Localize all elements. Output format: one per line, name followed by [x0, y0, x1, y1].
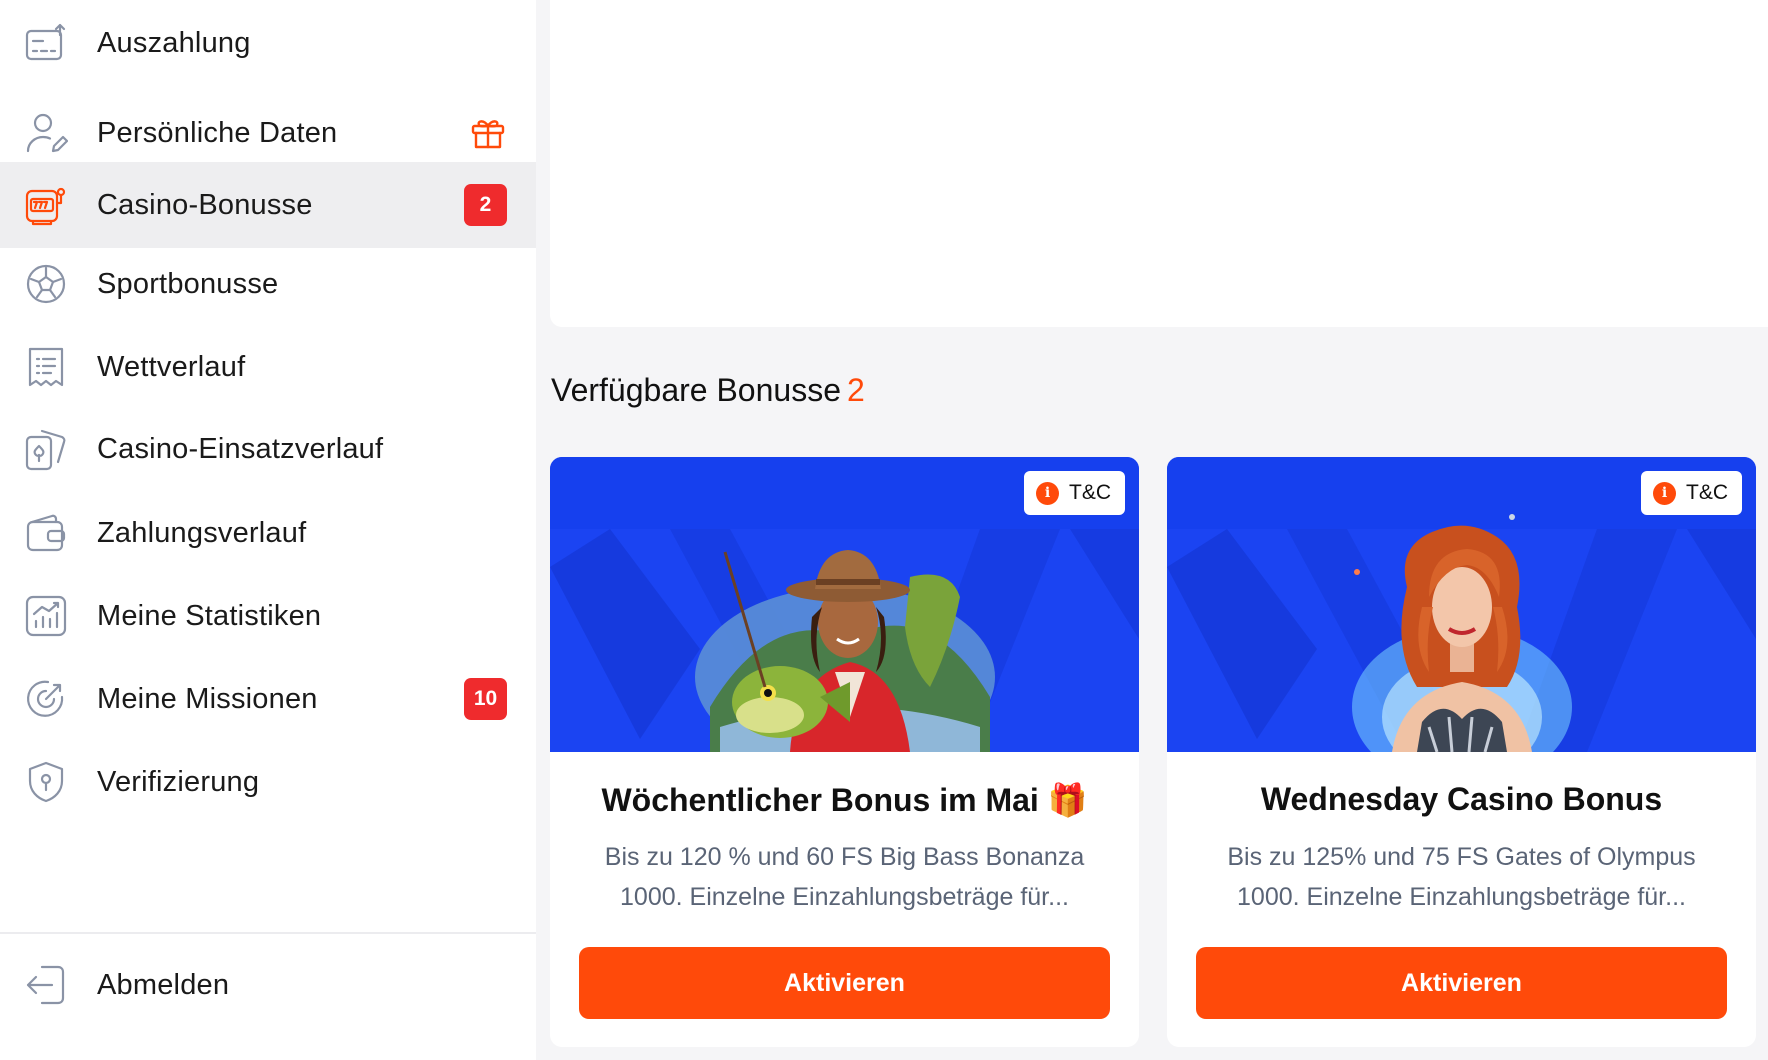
sidebar-item-casino-bonusse[interactable]: Casino-Bonusse 2 [0, 162, 536, 248]
sidebar-item-meine-missionen[interactable]: Meine Missionen 10 [0, 656, 536, 742]
sidebar-item-casino-einsatzverlauf[interactable]: Casino-Einsatzverlauf [0, 406, 536, 492]
notification-badge: 2 [464, 184, 507, 226]
soccer-ball-icon [24, 262, 68, 306]
sidebar-item-label: Meine Statistiken [97, 599, 322, 632]
bonus-card: i T&C Wednesday Casino Bonus Bis zu 125%… [1167, 457, 1756, 1047]
sidebar-item-label: Wettverlauf [97, 350, 246, 383]
sidebar-item-label: Verifizierung [97, 765, 260, 798]
sidebar-item-label: Casino-Einsatzverlauf [97, 432, 384, 465]
top-panel [550, 0, 1768, 327]
sidebar-item-label: Meine Missionen [97, 682, 318, 715]
bonus-card: i T&C Wöchentlicher Bonus im Mai 🎁 Bis z… [550, 457, 1139, 1047]
sidebar-item-meine-statistiken[interactable]: Meine Statistiken [0, 573, 536, 659]
bonus-description: Bis zu 125% und 75 FS Gates of Olympus 1… [1227, 843, 1696, 911]
gift-icon[interactable] [470, 115, 506, 151]
receipt-icon [24, 345, 68, 389]
bonus-image: i T&C [550, 457, 1139, 752]
slot-machine-icon [24, 183, 68, 227]
cards-icon [24, 427, 68, 471]
sidebar-item-label: Persönliche Daten [97, 116, 338, 149]
user-edit-icon [24, 111, 68, 155]
sidebar-divider [0, 932, 536, 934]
terms-label: T&C [1069, 481, 1111, 504]
sidebar-item-zahlungsverlauf[interactable]: Zahlungsverlauf [0, 490, 536, 576]
sidebar-item-auszahlung[interactable]: Auszahlung [0, 0, 536, 86]
sidebar-item-verifizierung[interactable]: Verifizierung [0, 739, 536, 825]
sidebar-item-abmelden[interactable]: Abmelden [0, 942, 536, 1028]
sidebar-item-label: Auszahlung [97, 26, 251, 59]
section-count: 2 [846, 372, 865, 408]
sidebar-item-label: Casino-Bonusse [97, 188, 313, 221]
bonus-image: i T&C [1167, 457, 1756, 752]
info-icon: i [1653, 481, 1676, 505]
activate-button[interactable]: Aktivieren [579, 947, 1110, 1019]
sidebar: Auszahlung Persönliche Daten Casino-Bonu… [0, 0, 536, 1060]
target-icon [24, 677, 68, 721]
main-content: Verfügbare Bonusse 2 i T&C Wöchentlicher… [536, 0, 1768, 1060]
terms-button[interactable]: i T&C [1024, 471, 1125, 515]
sidebar-item-sportbonusse[interactable]: Sportbonusse [0, 241, 536, 327]
info-icon: i [1036, 481, 1059, 505]
terms-button[interactable]: i T&C [1641, 471, 1742, 515]
withdraw-icon [24, 21, 68, 65]
sidebar-item-label: Sportbonusse [97, 267, 279, 300]
logout-icon [24, 963, 68, 1007]
bonus-title: Wednesday Casino Bonus [1260, 781, 1663, 817]
shield-icon [24, 760, 68, 804]
terms-label: T&C [1686, 481, 1728, 504]
stats-chart-icon [24, 594, 68, 638]
section-title-text: Verfügbare Bonusse [551, 372, 841, 408]
bonus-description: Bis zu 120 % und 60 FS Big Bass Bonanza … [604, 843, 1085, 911]
wallet-icon [24, 511, 68, 555]
section-title: Verfügbare Bonusse 2 [551, 372, 865, 409]
sidebar-item-wettverlauf[interactable]: Wettverlauf [0, 324, 536, 410]
bonus-title: Wöchentlicher Bonus im Mai 🎁 [601, 782, 1088, 818]
sidebar-item-label: Abmelden [97, 968, 230, 1001]
activate-button[interactable]: Aktivieren [1196, 947, 1727, 1019]
sidebar-item-label: Zahlungsverlauf [97, 516, 307, 549]
notification-badge: 10 [464, 678, 507, 720]
